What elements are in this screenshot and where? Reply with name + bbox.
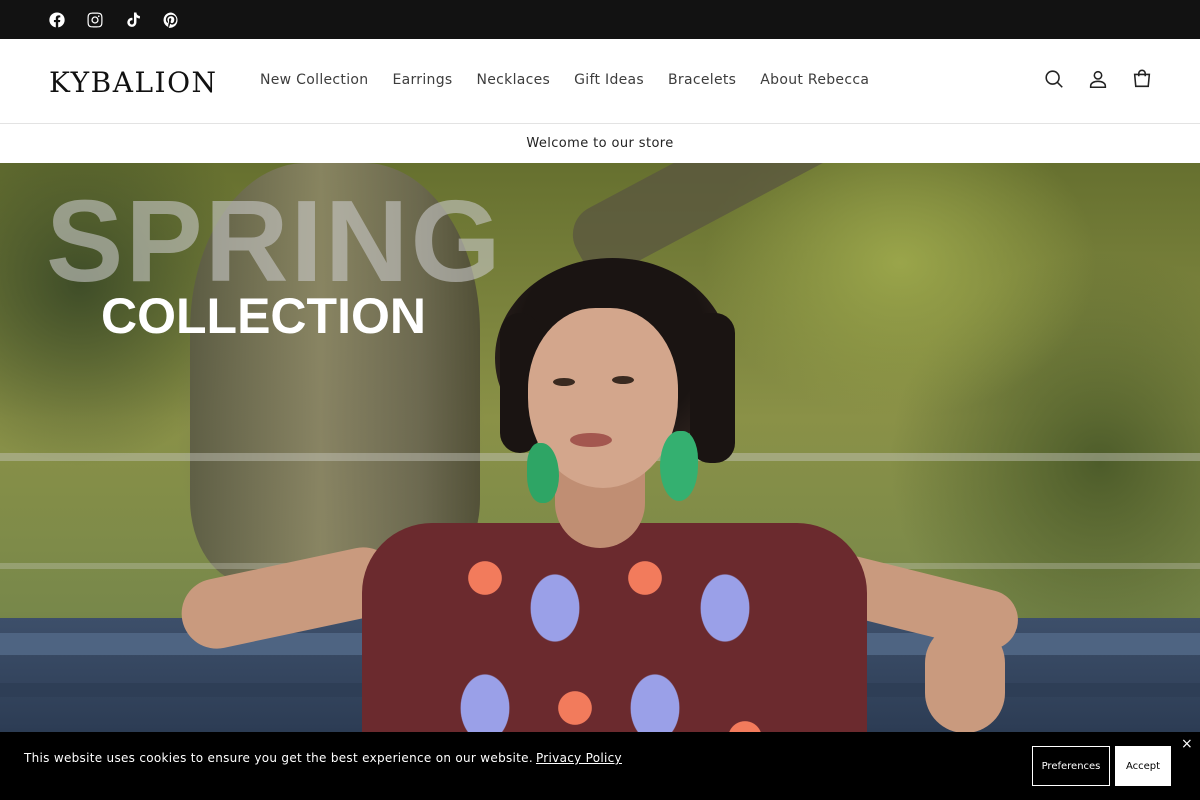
search-icon[interactable] (1043, 67, 1065, 91)
header-actions (1043, 67, 1153, 91)
facebook-icon[interactable] (48, 11, 66, 29)
hero-banner[interactable]: SPRING COLLECTION (0, 163, 1200, 800)
account-icon[interactable] (1087, 67, 1109, 91)
accept-button[interactable]: Accept (1115, 746, 1171, 786)
social-bar (0, 0, 1200, 39)
instagram-icon[interactable] (86, 11, 104, 29)
pinterest-icon[interactable] (162, 11, 180, 29)
hero-image-hair-right (690, 313, 735, 463)
announcement-text: Welcome to our store (526, 136, 674, 151)
preferences-button[interactable]: Preferences (1032, 746, 1110, 786)
cookie-banner: This website uses cookies to ensure you … (0, 732, 1200, 800)
nav-new-collection[interactable]: New Collection (260, 72, 368, 88)
nav-about-rebecca[interactable]: About Rebecca (760, 72, 869, 88)
nav-gift-ideas[interactable]: Gift Ideas (574, 72, 644, 88)
hero-image-eye-left (553, 378, 575, 386)
site-logo[interactable]: KYBALION (49, 66, 218, 99)
tiktok-icon[interactable] (124, 11, 142, 29)
nav-bracelets[interactable]: Bracelets (668, 72, 736, 88)
announcement-bar: Welcome to our store (0, 124, 1200, 163)
nav-earrings[interactable]: Earrings (392, 72, 452, 88)
cart-icon[interactable] (1131, 67, 1153, 91)
close-icon[interactable]: × (1181, 736, 1193, 752)
hero-image-eye-right (612, 376, 634, 384)
site-header: KYBALION New Collection Earrings Necklac… (0, 39, 1200, 124)
hero-title-collection: COLLECTION (101, 288, 426, 344)
cookie-text: This website uses cookies to ensure you … (24, 751, 533, 765)
hero-image-lips (570, 433, 612, 447)
cookie-message: This website uses cookies to ensure you … (24, 751, 622, 765)
hero-image-earring-right (660, 431, 698, 501)
hero-title-spring: SPRING (46, 176, 503, 306)
privacy-policy-link[interactable]: Privacy Policy (536, 751, 622, 765)
main-nav: New Collection Earrings Necklaces Gift I… (260, 72, 869, 88)
hero-image-hand (925, 623, 1005, 733)
nav-necklaces[interactable]: Necklaces (476, 72, 550, 88)
